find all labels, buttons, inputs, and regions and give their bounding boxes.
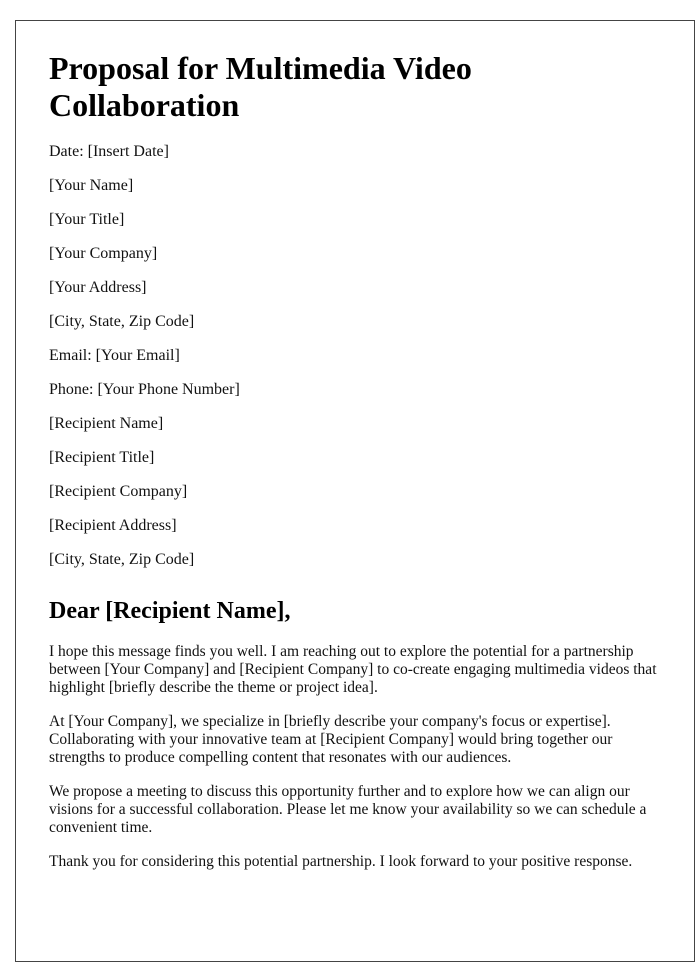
address-line-sender-title: [Your Title]	[49, 211, 125, 228]
address-line-recipient-title: [Recipient Title]	[49, 449, 155, 466]
body-paragraph-meeting: We propose a meeting to discuss this opp…	[49, 783, 647, 836]
address-line-recipient-name: [Recipient Name]	[49, 415, 164, 432]
address-line-sender-address: [Your Address]	[49, 279, 147, 296]
address-line-sender-email: Email: [Your Email]	[49, 347, 180, 364]
salutation: Dear [Recipient Name],	[49, 598, 291, 624]
address-line-recipient-city: [City, State, Zip Code]	[49, 551, 195, 568]
address-block: Date: [Insert Date] [Your Name] [Your Ti…	[49, 143, 661, 585]
address-line-sender-phone: Phone: [Your Phone Number]	[49, 381, 240, 398]
body-paragraph-intro: I hope this message finds you well. I am…	[49, 643, 657, 696]
address-line-sender-city: [City, State, Zip Code]	[49, 313, 195, 330]
body-paragraph-company: At [Your Company], we specialize in [bri…	[49, 713, 613, 766]
address-line-recipient-address: [Recipient Address]	[49, 517, 177, 534]
body-paragraph-closing: Thank you for considering this potential…	[49, 853, 633, 870]
address-line-recipient-company: [Recipient Company]	[49, 483, 188, 500]
letter-title: Proposal for Multimedia Video Collaborat…	[49, 50, 472, 123]
letter-container: Proposal for Multimedia Video Collaborat…	[15, 20, 695, 962]
address-line-sender-name: [Your Name]	[49, 177, 134, 194]
address-line-date: Date: [Insert Date]	[49, 143, 169, 160]
address-line-sender-company: [Your Company]	[49, 245, 158, 262]
letter-body: I hope this message finds you well. I am…	[49, 643, 661, 871]
